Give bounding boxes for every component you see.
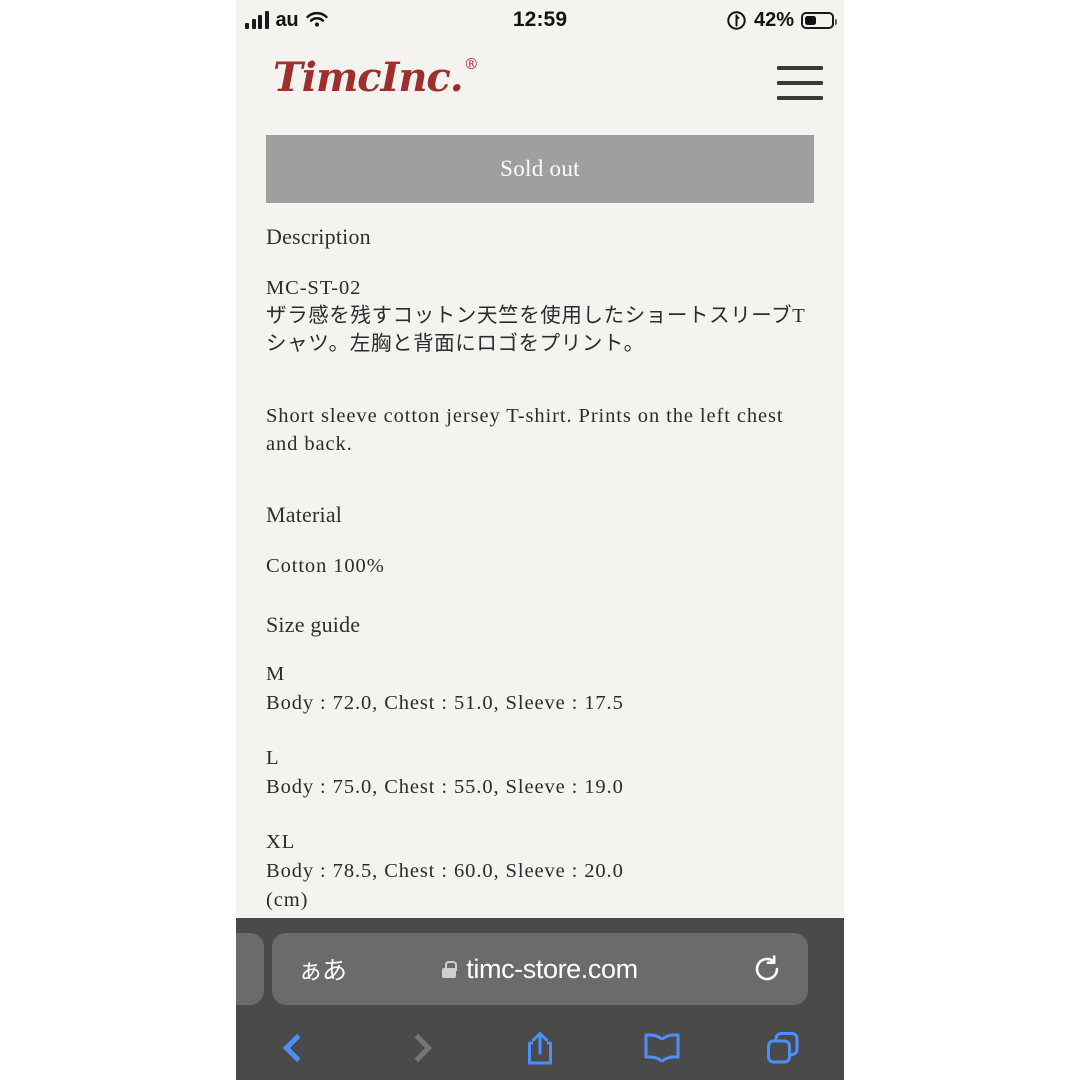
product-sku: MC-ST-02	[266, 277, 362, 299]
chevron-left-icon	[282, 1033, 311, 1063]
back-button[interactable]	[236, 1016, 358, 1080]
size-label: M	[266, 663, 286, 685]
material-heading: Material	[266, 502, 343, 527]
lock-icon	[442, 960, 458, 978]
browser-chrome: ぁあ timc-store.com	[236, 918, 844, 1080]
browser-toolbar	[236, 1016, 844, 1080]
screenshot-root: au 12:59 42% TimcInc.® Sold out Descript…	[0, 0, 1080, 1080]
description-text-en: Short sleeve cotton jersey T-shirt. Prin…	[266, 405, 784, 455]
size-dimensions: Body : 78.5, Chest : 60.0, Sleeve : 20.0	[266, 860, 624, 882]
status-bar: au 12:59 42%	[236, 0, 844, 40]
tabs-button[interactable]	[722, 1016, 844, 1080]
url-text: timc-store.com	[466, 953, 638, 984]
forward-button[interactable]	[358, 1016, 480, 1080]
url-bar[interactable]: ぁあ timc-store.com	[272, 933, 808, 1005]
product-details: Description MC-ST-02 ザラ感を残すコットン天竺を使用したショ…	[266, 224, 818, 915]
size-row: XL Body : 78.5, Chest : 60.0, Sleeve : 2…	[266, 828, 818, 915]
book-icon	[644, 1033, 680, 1063]
site-logo-text: TimcInc.	[273, 54, 464, 101]
tabs-icon	[767, 1032, 799, 1064]
status-bar-right: 42%	[726, 8, 837, 32]
url-display: timc-store.com	[272, 954, 808, 985]
phone-screen: au 12:59 42% TimcInc.® Sold out Descript…	[236, 0, 844, 1080]
battery-icon	[801, 11, 837, 29]
size-dimensions: Body : 75.0, Chest : 55.0, Sleeve : 19.0	[266, 776, 624, 798]
chevron-right-icon	[404, 1033, 433, 1063]
size-label: L	[266, 747, 280, 769]
description-text-jp: ザラ感を残すコットン天竺を使用したショートスリーブTシャツ。左胸と背面にロゴをプ…	[266, 305, 806, 355]
share-button[interactable]	[479, 1016, 601, 1080]
size-dimensions: Body : 72.0, Chest : 51.0, Sleeve : 17.5	[266, 692, 624, 714]
site-header: TimcInc.®	[236, 40, 844, 128]
size-row: M Body : 72.0, Chest : 51.0, Sleeve : 17…	[266, 660, 818, 718]
share-icon	[527, 1032, 552, 1065]
trademark-icon: ®	[463, 55, 479, 73]
site-logo[interactable]: TimcInc.®	[273, 54, 479, 101]
description-heading: Description	[266, 224, 371, 249]
material-value: Cotton 100%	[266, 555, 385, 577]
adjacent-tab-peek[interactable]	[236, 933, 264, 1005]
size-label: XL	[266, 831, 296, 853]
sold-out-button[interactable]: Sold out	[266, 135, 814, 203]
size-row: L Body : 75.0, Chest : 55.0, Sleeve : 19…	[266, 744, 818, 802]
reload-icon[interactable]	[752, 954, 782, 984]
size-guide-heading: Size guide	[266, 612, 361, 637]
bookmarks-button[interactable]	[601, 1016, 723, 1080]
location-arrow-icon	[727, 10, 746, 30]
size-unit-label: (cm)	[266, 889, 309, 911]
battery-percent-label: 42%	[753, 8, 794, 31]
hamburger-menu-icon[interactable]	[777, 66, 823, 100]
product-page-body: Sold out Description MC-ST-02 ザラ感を残すコットン…	[236, 128, 844, 918]
